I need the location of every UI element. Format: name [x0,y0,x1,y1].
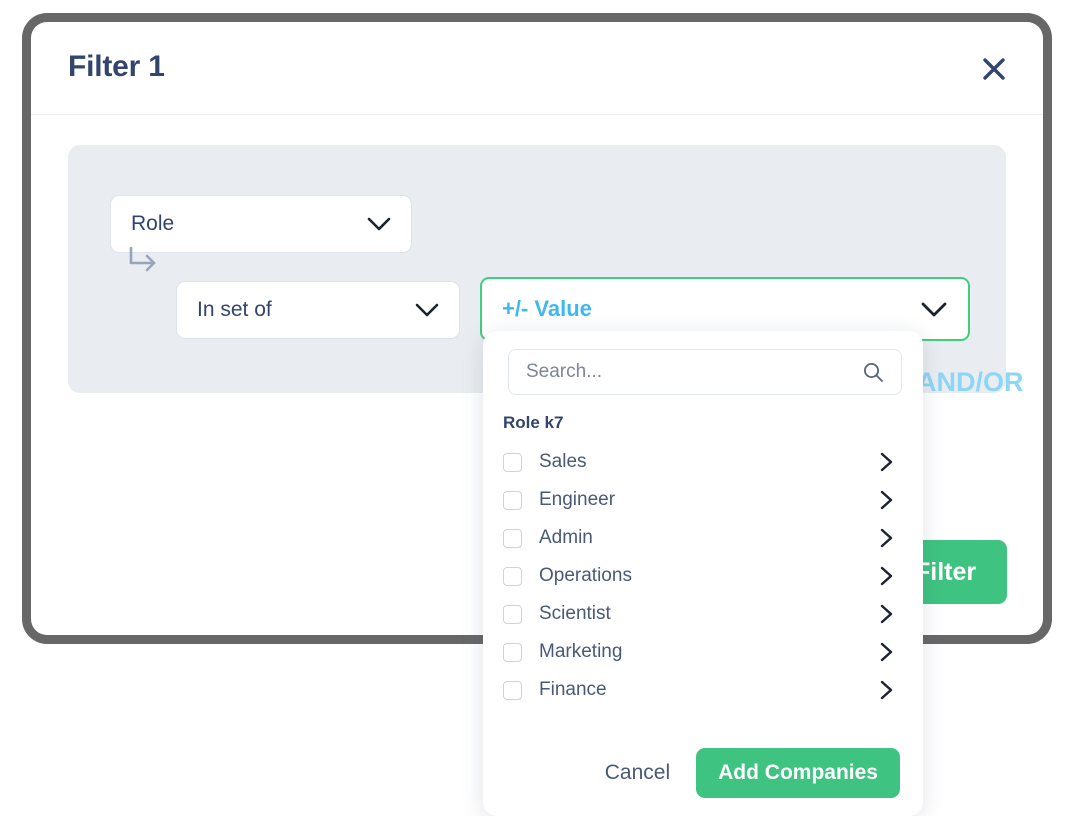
chevron-right-icon[interactable] [878,602,903,626]
dropdown-footer: Cancel Add Companies [483,743,923,803]
checkbox-icon[interactable] [503,604,522,624]
screen: Filter 1 Role In set of AND/OR +/- Value… [0,0,1076,816]
list-item-label: Admin [539,527,593,548]
elbow-arrow-right-icon [123,240,163,280]
list-item[interactable]: Scientist [483,595,923,633]
checkbox-icon[interactable] [503,680,522,700]
chevron-down-icon [414,302,459,318]
chevron-right-icon[interactable] [878,564,903,588]
chevron-right-icon[interactable] [878,678,903,702]
list-item-label: Operations [539,565,632,586]
add-companies-button[interactable]: Add Companies [696,748,900,798]
close-button[interactable] [973,48,1015,90]
checkbox-icon[interactable] [503,490,522,510]
search-field-wrapper [508,349,902,395]
cancel-button[interactable]: Cancel [605,761,670,785]
operator-select-value: In set of [197,298,272,321]
option-list: Sales Engineer Admin Operations Scientist Mar… [483,443,923,709]
chevron-down-icon [919,300,968,318]
list-item[interactable]: Sales [483,443,923,481]
value-dropdown-panel: Role k7 Sales Engineer Admin Operations Scie… [483,331,923,816]
and-or-toggle[interactable]: AND/OR [917,367,1024,398]
chevron-right-icon[interactable] [878,488,903,512]
checkbox-icon[interactable] [503,452,522,472]
list-item[interactable]: Operations [483,557,923,595]
value-select-value: +/- Value [502,296,592,321]
search-magnifier-icon [861,360,901,384]
chevron-right-icon[interactable] [878,450,903,474]
chevron-down-icon [366,216,411,232]
attribute-select-value: Role [131,212,175,235]
list-item[interactable]: Marketing [483,633,923,671]
list-item-label: Marketing [539,641,623,662]
checkbox-icon[interactable] [503,566,522,586]
list-item-label: Sales [539,451,587,472]
close-x-icon [980,55,1008,83]
chevron-right-icon[interactable] [878,640,903,664]
operator-select[interactable]: In set of [176,281,460,339]
list-item[interactable]: Engineer [483,481,923,519]
page-title: Filter 1 [68,50,165,83]
list-item-label: Finance [539,679,607,700]
list-item-label: Scientist [539,603,611,624]
list-item[interactable]: Admin [483,519,923,557]
modal-header: Filter 1 [31,22,1043,115]
checkbox-icon[interactable] [503,642,522,662]
list-item[interactable]: Finance [483,671,923,709]
list-item-label: Engineer [539,489,616,510]
checkbox-icon[interactable] [503,528,522,548]
option-group-header: Role k7 [503,413,564,432]
search-input[interactable] [509,361,861,383]
chevron-right-icon[interactable] [878,526,903,550]
